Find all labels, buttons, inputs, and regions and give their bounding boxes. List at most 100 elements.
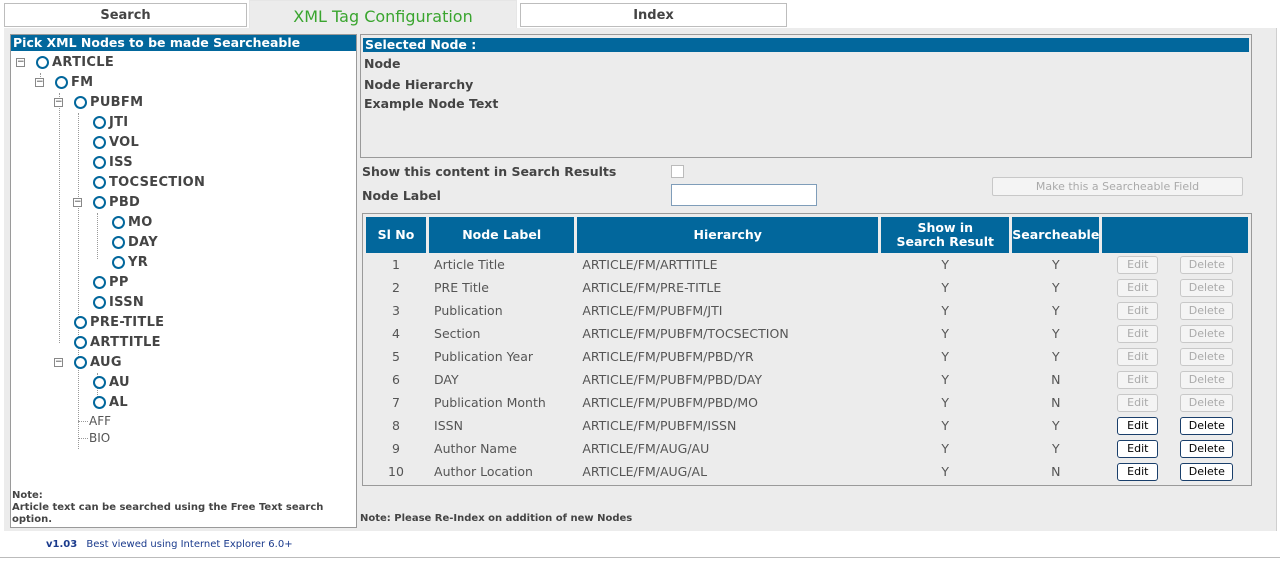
radio-yr[interactable]: [112, 256, 125, 269]
collapse-icon[interactable]: −: [54, 98, 63, 107]
make-searchable-button[interactable]: Make this a Searcheable Field: [992, 177, 1243, 196]
radio-pp[interactable]: [93, 276, 106, 289]
cell-show-in-search: Y: [941, 372, 950, 387]
cell-actions: Edit Delete: [1102, 391, 1248, 414]
node-label-aff[interactable]: AFF: [89, 414, 111, 428]
tab-xml-tag-configuration[interactable]: XML Tag Configuration: [249, 0, 517, 29]
edit-button[interactable]: Edit: [1117, 439, 1159, 458]
delete-button[interactable]: Delete: [1180, 324, 1234, 343]
searchable-fields-table-container: Sl No Node Label Hierarchy Show in Searc…: [362, 213, 1252, 486]
delete-button[interactable]: Delete: [1180, 370, 1234, 389]
delete-button[interactable]: Delete: [1180, 393, 1234, 412]
radio-day[interactable]: [112, 236, 125, 249]
node-picker-header: Pick XML Nodes to be made Searcheable: [11, 35, 356, 51]
tab-search[interactable]: Search: [4, 3, 247, 27]
selected-node-panel: Selected Node : Node Node Hierarchy Exam…: [360, 34, 1252, 158]
col-header-actions: [1102, 217, 1248, 253]
node-label-fm: FM: [71, 75, 94, 90]
cell-hierarchy: ARTICLE/FM/PUBFM/PBD/MO: [582, 395, 758, 410]
collapse-icon[interactable]: −: [16, 58, 25, 67]
cell-hierarchy: ARTICLE/FM/AUG/AL: [582, 464, 708, 479]
edit-button[interactable]: Edit: [1117, 301, 1159, 320]
radio-au[interactable]: [93, 376, 106, 389]
tree-node-mo: MO: [11, 214, 211, 234]
footer-divider: [0, 557, 1280, 558]
selected-node-name: Node: [364, 56, 401, 71]
tree-node-aug: − AUG: [11, 354, 211, 374]
delete-button[interactable]: Delete: [1180, 301, 1234, 320]
delete-button[interactable]: Delete: [1180, 255, 1234, 274]
table-header-row: Sl No Node Label Hierarchy Show in Searc…: [366, 217, 1248, 253]
cell-hierarchy: ARTICLE/FM/PRE-TITLE: [582, 280, 722, 295]
node-label-arttitle: ARTTITLE: [90, 335, 161, 350]
cell-show-in-search: Y: [941, 257, 950, 272]
radio-issn[interactable]: [93, 296, 106, 309]
node-label-input[interactable]: [671, 184, 817, 206]
edit-button[interactable]: Edit: [1117, 393, 1159, 412]
radio-pretitle[interactable]: [74, 316, 87, 329]
radio-aug[interactable]: [74, 356, 87, 369]
delete-button[interactable]: Delete: [1180, 416, 1234, 435]
note-text: Article text can be searched using the F…: [12, 502, 324, 525]
tab-index[interactable]: Index: [520, 3, 787, 27]
radio-pbd[interactable]: [93, 196, 106, 209]
table-row: 3 Publication ARTICLE/FM/PUBFM/JTI Y Y Edit De…: [366, 299, 1248, 322]
tree-node-fm: − FM: [11, 74, 211, 94]
edit-button[interactable]: Edit: [1117, 347, 1159, 366]
radio-jti[interactable]: [93, 116, 106, 129]
radio-pubfm[interactable]: [74, 96, 87, 109]
node-label-pubfm: PUBFM: [90, 95, 144, 110]
radio-arttitle[interactable]: [74, 336, 87, 349]
radio-article[interactable]: [36, 56, 49, 69]
collapse-icon[interactable]: −: [73, 198, 82, 207]
delete-button[interactable]: Delete: [1180, 347, 1234, 366]
table-row: 5 Publication Year ARTICLE/FM/PUBFM/PBD/YR…: [366, 345, 1248, 368]
radio-vol[interactable]: [93, 136, 106, 149]
cell-show-in-search: Y: [941, 395, 950, 410]
collapse-icon[interactable]: −: [54, 358, 63, 367]
node-label-al: AL: [109, 395, 128, 410]
node-label-bio[interactable]: BIO: [89, 431, 110, 445]
edit-button[interactable]: Edit: [1117, 416, 1159, 435]
cell-node-label: Article Title: [434, 257, 505, 272]
col-header-slno: Sl No: [366, 217, 427, 253]
cell-slno: 6: [392, 372, 400, 387]
tree-node-tocsection: TOCSECTION: [11, 174, 261, 194]
cell-hierarchy: ARTICLE/FM/AUG/AU: [582, 441, 710, 456]
edit-button[interactable]: Edit: [1117, 278, 1159, 297]
delete-button[interactable]: Delete: [1180, 439, 1234, 458]
cell-searchable: Y: [1051, 349, 1060, 364]
edit-button[interactable]: Edit: [1117, 324, 1159, 343]
col-header-node-label: Node Label: [429, 217, 575, 253]
node-label-label: Node Label: [362, 188, 441, 203]
cell-slno: 4: [392, 326, 400, 341]
cell-slno: 9: [392, 441, 400, 456]
tree-node-pp: PP: [11, 274, 211, 294]
radio-iss[interactable]: [93, 156, 106, 169]
radio-fm[interactable]: [55, 76, 68, 89]
edit-button[interactable]: Edit: [1117, 255, 1159, 274]
radio-tocsection[interactable]: [93, 176, 106, 189]
version-label: v1.03: [46, 539, 78, 550]
delete-button[interactable]: Delete: [1180, 278, 1234, 297]
cell-searchable: Y: [1051, 441, 1060, 456]
edit-button[interactable]: Edit: [1117, 370, 1159, 389]
cell-actions: Edit Delete: [1102, 253, 1248, 276]
show-in-results-checkbox[interactable]: [671, 165, 684, 178]
edit-button[interactable]: Edit: [1117, 462, 1159, 481]
delete-button[interactable]: Delete: [1180, 462, 1234, 481]
reindex-note: Note: Please Re-Index on addition of new…: [360, 513, 633, 524]
radio-mo[interactable]: [112, 216, 125, 229]
cell-node-label: Author Name: [434, 441, 517, 456]
col-header-searchable: Searcheable: [1012, 217, 1100, 253]
cell-slno: 2: [392, 280, 400, 295]
radio-al[interactable]: [93, 396, 106, 409]
xml-node-picker-panel: Pick XML Nodes to be made Searcheable − …: [10, 34, 357, 528]
cell-node-label: PRE Title: [434, 280, 489, 295]
collapse-icon[interactable]: −: [35, 78, 44, 87]
cell-show-in-search: Y: [941, 464, 950, 479]
cell-searchable: N: [1051, 395, 1061, 410]
cell-searchable: Y: [1051, 418, 1060, 433]
selected-node-example: Example Node Text: [364, 96, 499, 111]
cell-searchable: Y: [1051, 280, 1060, 295]
